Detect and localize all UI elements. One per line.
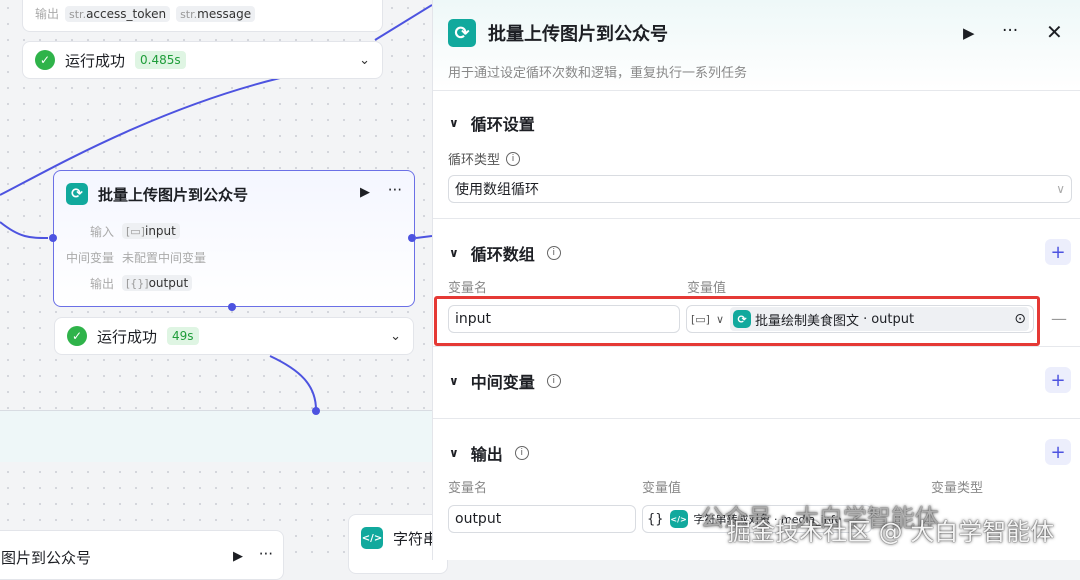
- more-icon[interactable]: ···: [388, 181, 402, 199]
- watermark: 掘金技术社区 @ 大白学智能体: [727, 518, 1055, 546]
- loop-icon: ⟳: [448, 19, 476, 47]
- code-icon: </>: [361, 527, 383, 549]
- close-icon[interactable]: ✕: [1046, 20, 1063, 44]
- success-check-icon: ✓: [35, 50, 55, 70]
- panel-title[interactable]: 批量上传图片到公众号: [488, 20, 668, 46]
- info-icon[interactable]: i: [546, 374, 561, 388]
- output-chip: [{}]output: [122, 275, 193, 291]
- output-label: 输出: [35, 7, 60, 21]
- name-header: 变量名: [448, 281, 488, 296]
- info-icon[interactable]: i: [514, 446, 529, 460]
- output-chip: str.access_token: [65, 5, 171, 22]
- status-text: 运行成功: [65, 51, 126, 70]
- node-title: 批量上传图片到公众号: [98, 185, 249, 204]
- chevron-down-icon: ∨: [449, 116, 459, 130]
- mid-value: 未配置中间变量: [122, 251, 207, 265]
- chevron-down-icon: ∨: [449, 374, 459, 388]
- play-icon[interactable]: ▶: [360, 185, 370, 200]
- output-port[interactable]: [408, 234, 416, 242]
- chevron-down-icon[interactable]: ∨: [716, 313, 724, 326]
- section-header[interactable]: ∨ 输出 i: [449, 441, 529, 465]
- play-icon[interactable]: ▶: [233, 549, 243, 564]
- loop-icon: ⟳: [733, 310, 752, 328]
- node-settings-panel: ⟳ 批量上传图片到公众号 ▶ ··· ✕ 用于通过设定循环次数和逻辑，重复执行一…: [432, 0, 1080, 560]
- target-icon[interactable]: ⊙: [1014, 311, 1026, 327]
- value-header: 变量值: [642, 481, 682, 496]
- remove-row-icon[interactable]: —: [1051, 309, 1067, 328]
- duration-badge: 0.485s: [135, 51, 186, 69]
- chevron-down-icon: ∨: [1056, 182, 1065, 196]
- info-icon[interactable]: i: [546, 246, 561, 260]
- bottom-node[interactable]: 图片到公众号 ▶ ···: [0, 530, 284, 580]
- top-node-status[interactable]: ✓ 运行成功 0.485s ⌄: [22, 41, 383, 79]
- body-port[interactable]: [228, 303, 236, 311]
- more-icon[interactable]: ···: [1002, 21, 1018, 41]
- play-icon[interactable]: ▶: [963, 24, 975, 42]
- input-chip: [▭]input: [122, 223, 180, 239]
- node-title: 图片到公众号: [1, 549, 92, 567]
- output-chip: str.message: [176, 5, 256, 22]
- type-header: 变量类型: [931, 481, 984, 496]
- top-node[interactable]: 输出 str.access_token str.message: [22, 0, 383, 32]
- loop-end-port[interactable]: [312, 407, 320, 415]
- output-label: 输出: [89, 277, 114, 291]
- name-header: 变量名: [448, 481, 488, 496]
- chevron-down-icon[interactable]: ⌄: [359, 53, 370, 68]
- chevron-down-icon: ∨: [449, 246, 459, 260]
- loop-array-section: ∨ 循环数组 i + 变量名 变量值 input [▭] ∨ ⟳ 批量绘制美食图文 ·…: [433, 218, 1080, 346]
- reference-chip: ⟳ 批量绘制美食图文 · output ⊙: [730, 307, 1029, 331]
- variable-value-select[interactable]: [▭] ∨ ⟳ 批量绘制美食图文 · output ⊙: [686, 305, 1034, 333]
- status-text: 运行成功: [97, 327, 158, 346]
- add-output-button[interactable]: +: [1045, 439, 1071, 465]
- panel-description: 用于通过设定循环次数和逻辑，重复执行一系列任务: [448, 66, 748, 81]
- section-header[interactable]: ∨ 循环设置: [449, 111, 535, 135]
- loop-node[interactable]: ⟳ 批量上传图片到公众号 ▶ ··· 输入 [▭]input 中间变量 未配置中…: [53, 170, 415, 307]
- output-name-input[interactable]: output: [448, 505, 636, 533]
- input-port[interactable]: [49, 234, 57, 242]
- variable-name-input[interactable]: input: [448, 305, 680, 333]
- loop-icon: ⟳: [66, 183, 88, 205]
- loop-type-label: 循环类型: [448, 153, 501, 168]
- add-intermediate-button[interactable]: +: [1045, 367, 1071, 393]
- add-loop-array-button[interactable]: +: [1045, 239, 1071, 265]
- workflow-canvas[interactable]: 输出 str.access_token str.message ✓ 运行成功 0…: [0, 0, 448, 580]
- mid-label: 中间变量: [65, 251, 114, 265]
- success-check-icon: ✓: [67, 326, 87, 346]
- info-icon[interactable]: i: [506, 151, 521, 166]
- chevron-down-icon: ∨: [449, 446, 459, 460]
- section-header[interactable]: ∨ 中间变量 i: [449, 369, 561, 393]
- loop-settings-section: ∨ 循环设置 循环类型 i 使用数组循环 ∨: [433, 90, 1080, 218]
- loop-body-area: [0, 410, 432, 462]
- section-header[interactable]: ∨ 循环数组 i: [449, 241, 561, 265]
- intermediate-section: ∨ 中间变量 i +: [433, 346, 1080, 418]
- duration-badge: 49s: [167, 327, 199, 345]
- chevron-down-icon[interactable]: ⌄: [390, 329, 401, 344]
- more-icon[interactable]: ···: [259, 545, 273, 563]
- input-label: 输入: [89, 225, 114, 239]
- code-icon: </>: [669, 510, 688, 528]
- loop-node-status[interactable]: ✓ 运行成功 49s ⌄: [54, 317, 414, 355]
- array-type-icon: [▭]: [691, 312, 710, 326]
- object-type-icon: {}: [647, 511, 664, 527]
- loop-type-select[interactable]: 使用数组循环 ∨: [448, 175, 1072, 203]
- value-header: 变量值: [687, 281, 727, 296]
